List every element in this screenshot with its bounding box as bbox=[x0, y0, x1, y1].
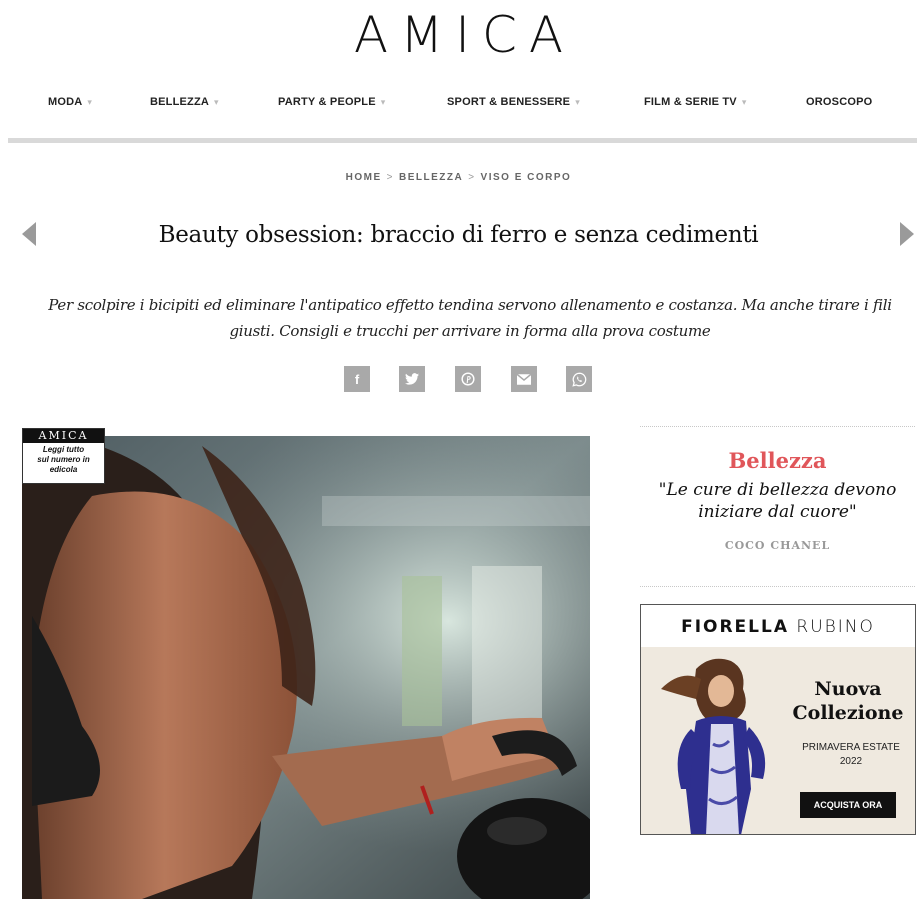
email-icon bbox=[517, 373, 531, 385]
sidebar-divider bbox=[640, 586, 915, 587]
badge-text: Leggi tutto sul numero in edicola bbox=[23, 443, 104, 475]
pinterest-icon bbox=[461, 372, 475, 386]
twitter-icon bbox=[405, 373, 419, 385]
chevron-down-icon: ▾ bbox=[87, 97, 93, 107]
chevron-down-icon: ▾ bbox=[741, 97, 747, 107]
share-facebook-button[interactable]: f bbox=[344, 366, 370, 392]
sidebar-divider bbox=[640, 426, 915, 427]
ad-headline-line: Nuova bbox=[814, 678, 882, 700]
ad-model-photo bbox=[661, 658, 766, 834]
quote-text: "Le cure di bellezza devono iniziare dal… bbox=[658, 480, 897, 522]
hero-photo-illustration bbox=[22, 436, 590, 899]
ad-subheadline: PRIMAVERA ESTATE 2022 bbox=[789, 741, 913, 769]
quote-category[interactable]: Bellezza bbox=[640, 448, 915, 473]
nav-item-oroscopo[interactable]: OROSCOPO bbox=[806, 96, 872, 108]
badge-text-line: sul numero in bbox=[37, 455, 90, 464]
share-whatsapp-button[interactable] bbox=[566, 366, 592, 392]
chevron-down-icon: ▾ bbox=[380, 97, 386, 107]
breadcrumb: HOME > BELLEZZA > VISO E CORPO bbox=[0, 172, 917, 183]
nav-item-bellezza[interactable]: BELLEZZA ▾ bbox=[150, 96, 219, 108]
chevron-down-icon: ▾ bbox=[214, 97, 219, 107]
whatsapp-icon bbox=[571, 372, 586, 387]
facebook-icon: f bbox=[354, 371, 360, 387]
chevron-down-icon: ▾ bbox=[575, 97, 580, 107]
article-hero-image bbox=[22, 436, 590, 899]
breadcrumb-separator: > bbox=[386, 172, 394, 183]
article-title: Beauty obsession: braccio di ferro e sen… bbox=[158, 222, 759, 248]
share-twitter-button[interactable] bbox=[399, 366, 425, 392]
nav-item-label: MODA bbox=[48, 96, 83, 108]
ad-headline-line: Collezione bbox=[792, 702, 904, 724]
nav-item-film-serie-tv[interactable]: FILM & SERIE TV ▾ bbox=[644, 96, 747, 108]
nav-item-label: PARTY & PEOPLE bbox=[278, 96, 376, 108]
article-subtitle-line: giusti. Consigli e trucchi per arrivare … bbox=[229, 322, 711, 340]
ad-brand: FIORELLA RUBINO bbox=[641, 605, 915, 647]
ad-subheadline-line: 2022 bbox=[839, 756, 863, 767]
share-email-button[interactable] bbox=[511, 366, 537, 392]
breadcrumb-separator: > bbox=[468, 172, 476, 183]
ad-headline: Nuova Collezione bbox=[781, 677, 915, 725]
article-subtitle-line: Per scolpire i bicipiti ed eliminare l'a… bbox=[48, 296, 892, 314]
quote-author: COCO CHANEL bbox=[724, 539, 831, 552]
sidebar-quote: Bellezza "Le cure di bellezza devono ini… bbox=[640, 448, 915, 552]
nav-divider bbox=[8, 138, 917, 143]
nav-item-label: OROSCOPO bbox=[806, 96, 873, 108]
previous-article-arrow-icon[interactable] bbox=[22, 222, 36, 246]
nav-item-moda[interactable]: MODA ▾ bbox=[48, 96, 92, 108]
badge-text-line: Leggi tutto bbox=[42, 445, 85, 454]
badge-masthead: AMICA bbox=[23, 429, 104, 443]
main-nav: MODA ▾ BELLEZZA ▾ PARTY & PEOPLE ▾ SPORT & … bbox=[8, 96, 917, 116]
site-logo[interactable]: AMICA bbox=[0, 6, 917, 64]
breadcrumb-home[interactable]: HOME bbox=[346, 172, 382, 183]
share-pinterest-button[interactable] bbox=[455, 366, 481, 392]
ad-brand-first: FIORELLA bbox=[681, 617, 789, 637]
breadcrumb-bellezza[interactable]: BELLEZZA bbox=[399, 172, 463, 183]
breadcrumb-viso-e-corpo[interactable]: VISO E CORPO bbox=[481, 172, 572, 183]
magazine-badge[interactable]: AMICA Leggi tutto sul numero in edicola bbox=[22, 428, 105, 484]
nav-item-label: SPORT & BENESSERE bbox=[447, 96, 571, 108]
ad-shop-now-button[interactable]: ACQUISTA ORA bbox=[800, 792, 896, 818]
sidebar-ad-banner[interactable]: FIORELLA RUBINO Nuova Collezione PRIMAVE… bbox=[640, 604, 916, 835]
nav-item-party-people[interactable]: PARTY & PEOPLE ▾ bbox=[278, 96, 385, 108]
nav-item-sport-benessere[interactable]: SPORT & BENESSERE ▾ bbox=[447, 96, 580, 108]
nav-item-label: BELLEZZA bbox=[150, 96, 210, 108]
nav-item-label: FILM & SERIE TV bbox=[644, 96, 737, 108]
badge-text-line: edicola bbox=[49, 465, 78, 474]
next-article-arrow-icon[interactable] bbox=[900, 222, 914, 246]
article-subtitle: Per scolpire i bicipiti ed eliminare l'a… bbox=[20, 292, 917, 344]
ad-brand-second: RUBINO bbox=[796, 617, 875, 637]
ad-subheadline-line: PRIMAVERA ESTATE bbox=[802, 742, 900, 753]
